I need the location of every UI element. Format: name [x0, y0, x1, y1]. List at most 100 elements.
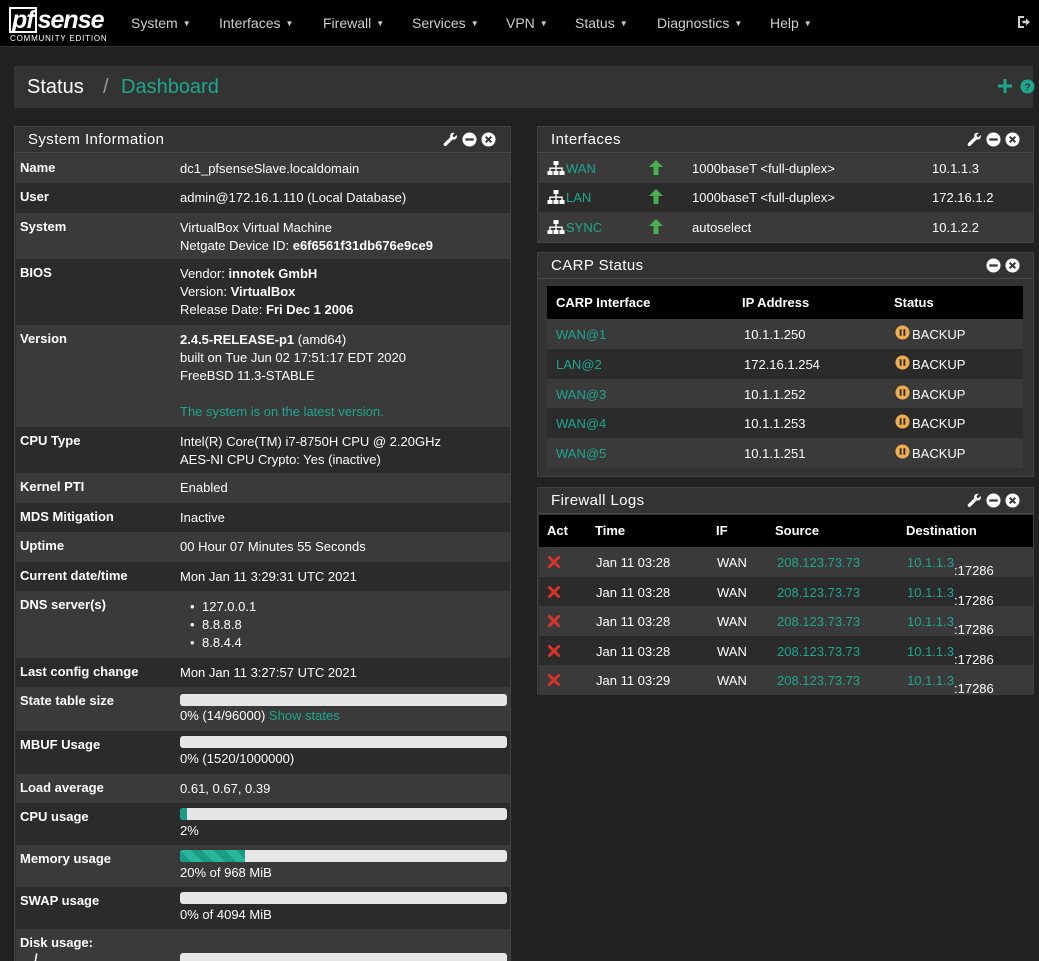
interface-row-wan: WAN 1000baseT <full-duplex> 10.1.1.3: [539, 154, 1033, 183]
times-icon[interactable]: [548, 645, 560, 657]
panel-title: Interfaces: [551, 131, 621, 148]
table-row: Jan 11 03:28 WAN 208.123.73.73 10.1.1.3:…: [539, 606, 1033, 637]
interface-row-lan: LAN 1000baseT <full-duplex> 172.16.1.2: [539, 183, 1033, 212]
nav-status[interactable]: Status ▼: [575, 15, 628, 31]
source-ip-link[interactable]: 208.123.73.73: [777, 614, 860, 629]
logo-edition: COMMUNITY EDITION: [10, 34, 108, 43]
logout-icon[interactable]: [1017, 14, 1033, 30]
nav-system[interactable]: System ▼: [131, 15, 191, 31]
times-icon[interactable]: [548, 615, 560, 627]
carp-interface-link[interactable]: WAN@1: [556, 327, 606, 342]
show-states-link[interactable]: Show states: [269, 708, 340, 723]
destination-ip-link[interactable]: 10.1.1.3: [907, 614, 954, 629]
arrow-up-icon: [649, 189, 663, 204]
table-row: Jan 11 03:28 WAN 208.123.73.73 10.1.1.3:…: [539, 547, 1033, 578]
interface-link[interactable]: LAN: [566, 190, 591, 205]
breadcrumb-page[interactable]: Dashboard: [121, 76, 219, 99]
chevron-down-icon: ▼: [285, 19, 294, 28]
row-version: Version 2.4.5-RELEASE-p1 (amd64) built o…: [16, 325, 510, 427]
row-uptime: Uptime 00 Hour 07 Minutes 55 Seconds: [16, 532, 510, 562]
nav-vpn[interactable]: VPN ▼: [506, 15, 548, 31]
interface-link[interactable]: WAN: [566, 161, 596, 176]
table-header: Act Time IF Source Destination: [539, 515, 1033, 547]
row-last-config: Last config change Mon Jan 11 3:27:57 UT…: [16, 658, 510, 687]
carp-interface-link[interactable]: LAN@2: [556, 357, 602, 372]
wrench-icon[interactable]: [967, 132, 982, 147]
source-ip-link[interactable]: 208.123.73.73: [777, 644, 860, 659]
minus-circle-icon[interactable]: [986, 132, 1001, 147]
close-circle-icon[interactable]: [1005, 493, 1020, 508]
table-row: WAN@5 10.1.1.251 BACKUP: [547, 438, 1023, 468]
nav-interfaces[interactable]: Interfaces ▼: [219, 15, 293, 31]
nav-firewall[interactable]: Firewall ▼: [323, 15, 384, 31]
row-name: Name dc1_pfsenseSlave.localdomain: [16, 154, 510, 183]
table-row: Jan 11 03:29 WAN 208.123.73.73 10.1.1.3:…: [539, 665, 1033, 696]
breadcrumb-section[interactable]: Status: [27, 76, 84, 99]
pfsense-logo[interactable]: pf sense COMMUNITY EDITION: [9, 6, 109, 44]
breadcrumb: Status / Dashboard ?: [14, 66, 1035, 108]
breadcrumb-separator: /: [103, 76, 109, 98]
times-icon[interactable]: [548, 586, 560, 598]
dns-list: 127.0.0.1 8.8.8.8 8.8.4.4: [180, 598, 256, 652]
panel-title: System Information: [28, 131, 165, 148]
interface-row-sync: SYNC autoselect 10.1.2.2: [539, 213, 1033, 242]
destination-ip-link[interactable]: 10.1.1.3: [907, 555, 954, 570]
destination-ip-link[interactable]: 10.1.1.3: [907, 585, 954, 600]
logo-sense: sense: [37, 6, 105, 34]
row-memory: Memory usage 20% of 968 MiB: [16, 845, 510, 887]
table-row: Jan 11 03:28 WAN 208.123.73.73 10.1.1.3:…: [539, 577, 1033, 608]
nav-services[interactable]: Services ▼: [412, 15, 479, 31]
wrench-icon[interactable]: [443, 132, 458, 147]
mbuf-bar: [180, 736, 507, 748]
disk-mount: /: [34, 951, 38, 961]
sitemap-icon: [547, 190, 565, 204]
row-load: Load average 0.61, 0.67, 0.39: [16, 774, 510, 803]
chevron-down-icon: ▼: [803, 19, 812, 28]
system-information-panel: System Information Name dc1_pfsenseSlave…: [14, 126, 511, 961]
disk-bar: [180, 953, 507, 961]
svg-text:?: ?: [1024, 82, 1030, 93]
table-row: WAN@1 10.1.1.250 BACKUP: [547, 319, 1023, 349]
firewall-logs-panel: Firewall Logs Act Time IF Source Destina…: [537, 487, 1034, 696]
help-icon[interactable]: ?: [1020, 79, 1035, 94]
minus-circle-icon[interactable]: [986, 258, 1001, 273]
destination-ip-link[interactable]: 10.1.1.3: [907, 673, 954, 688]
interfaces-panel: Interfaces WAN 1000baseT <full-duplex> 1…: [537, 126, 1034, 243]
source-ip-link[interactable]: 208.123.73.73: [777, 673, 860, 688]
table-row: LAN@2 172.16.1.254 BACKUP: [547, 349, 1023, 379]
close-circle-icon[interactable]: [481, 132, 496, 147]
wrench-icon[interactable]: [967, 493, 982, 508]
pause-circle-icon: [895, 355, 910, 370]
row-bios: BIOS Vendor: innotek GmbH Version: Virtu…: [16, 259, 510, 325]
carp-interface-link[interactable]: WAN@4: [556, 416, 606, 431]
list-item: 127.0.0.1: [180, 598, 256, 616]
destination-ip-link[interactable]: 10.1.1.3: [907, 644, 954, 659]
times-icon[interactable]: [548, 556, 560, 568]
row-cpu-type: CPU Type Intel(R) Core(TM) i7-8750H CPU …: [16, 427, 510, 473]
carp-interface-link[interactable]: WAN@3: [556, 387, 606, 402]
pause-circle-icon: [895, 385, 910, 400]
carp-interface-link[interactable]: WAN@5: [556, 446, 606, 461]
nav-diagnostics[interactable]: Diagnostics ▼: [657, 15, 742, 31]
arrow-up-icon: [649, 160, 663, 175]
row-mbuf: MBUF Usage 0% (1520/1000000): [16, 731, 510, 774]
table-row: WAN@3 10.1.1.252 BACKUP: [547, 379, 1023, 409]
nav-help[interactable]: Help ▼: [770, 15, 812, 31]
arrow-up-icon: [649, 219, 663, 234]
row-cpu-usage: CPU usage 2%: [16, 803, 510, 845]
minus-circle-icon[interactable]: [462, 132, 477, 147]
close-circle-icon[interactable]: [1005, 258, 1020, 273]
row-swap: SWAP usage 0% of 4094 MiB: [16, 887, 510, 929]
plus-icon[interactable]: [997, 78, 1013, 94]
times-icon[interactable]: [548, 674, 560, 686]
table-row: WAN@4 10.1.1.253 BACKUP: [547, 408, 1023, 438]
close-circle-icon[interactable]: [1005, 132, 1020, 147]
carp-status-panel: CARP Status CARP Interface IP Address St…: [537, 252, 1034, 477]
chevron-down-icon: ▼: [182, 19, 191, 28]
row-mds: MDS Mitigation Inactive: [16, 503, 510, 532]
minus-circle-icon[interactable]: [986, 493, 1001, 508]
source-ip-link[interactable]: 208.123.73.73: [777, 555, 860, 570]
chevron-down-icon: ▼: [470, 19, 479, 28]
interface-link[interactable]: SYNC: [566, 220, 602, 235]
source-ip-link[interactable]: 208.123.73.73: [777, 585, 860, 600]
